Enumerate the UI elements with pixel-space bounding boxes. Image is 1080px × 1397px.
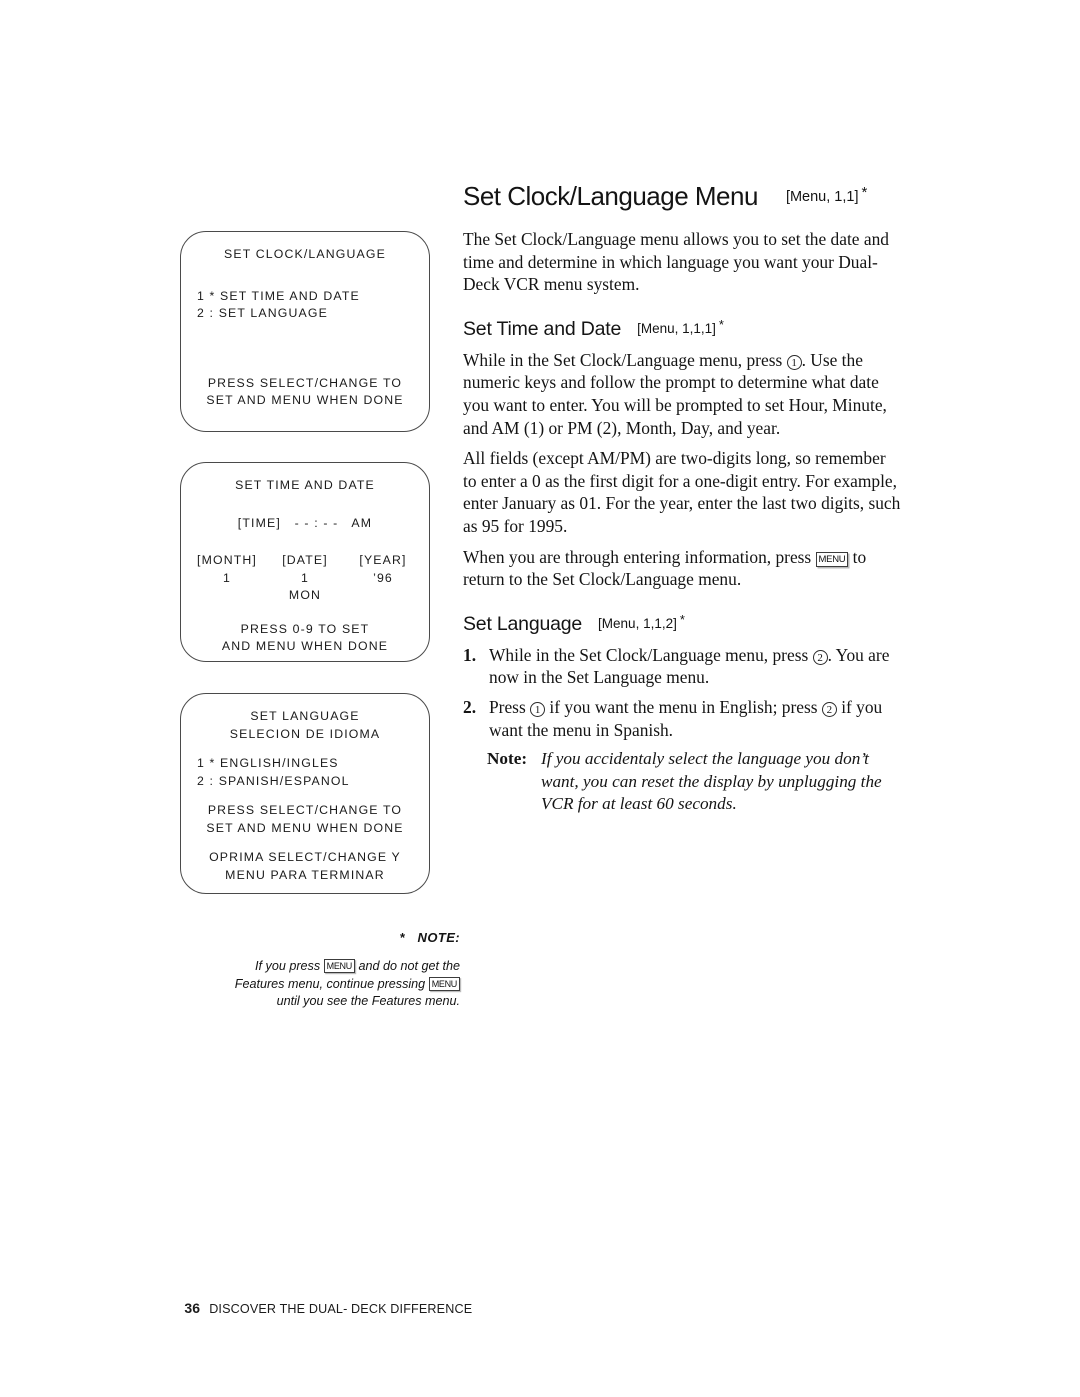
footnote-label: NOTE: [417, 930, 460, 945]
list-item: 1. While in the Set Clock/Language menu,… [463, 644, 903, 689]
screen2-prompt-1: PRESS 0-9 TO SET [240, 621, 370, 636]
footer-title: DISCOVER THE DUAL- DECK DIFFERENCE [209, 1302, 473, 1316]
page-title-text: Set Clock/Language Menu [463, 181, 758, 211]
screen2-field-labels: [MONTH] [DATE] [YEAR] [181, 552, 429, 570]
screen2-weekday: MON [288, 588, 322, 602]
paragraph-all-fields: All fields (except AM/PM) are two-digits… [463, 448, 901, 536]
footnote-line1-a: If you press [255, 959, 324, 973]
screen2-field-values: 1 1 ’96 [181, 570, 429, 588]
screen3-prompt-en-2: SET AND MENU WHEN DONE [206, 820, 404, 835]
screen1-prompt-1: PRESS SELECT/CHANGE TO [207, 375, 403, 390]
main-content: Set Clock/Language Menu [Menu, 1,1] * The … [463, 178, 903, 815]
footnote-line1-b: and do not get the [354, 959, 460, 973]
screen2-label-month: [MONTH] [197, 553, 257, 567]
step-number: 2. [463, 696, 477, 717]
screen3-prompt-es-1: OPRIMA SELECT/CHANGE Y [209, 850, 401, 864]
screen1-title: SET CLOCK/LANGUAGE [224, 247, 386, 261]
list-item: 2. Press 1 if you want the menu in Engli… [463, 696, 903, 741]
paragraph-when-through: When you are through entering informatio… [463, 546, 903, 591]
step-part-a: Press [489, 696, 531, 717]
footnote: * NOTE: If you press MENU and do not get… [170, 930, 460, 1011]
section-menu-code: [Menu, 1,1,1] [637, 320, 716, 336]
asterisk-icon: * [861, 184, 867, 201]
section-menu-code: [Menu, 1,1,2] [598, 615, 677, 631]
screen-set-clock-language: SET CLOCK/LANGUAGE 1 * SET TIME AND DATE… [180, 231, 430, 432]
paragraph-part-a: While in the Set Clock/Language menu, pr… [463, 349, 787, 370]
asterisk-icon: * [718, 316, 724, 332]
section-title-text: Set Time and Date [463, 317, 622, 340]
section-title-set-time-and-date: Set Time and Date [Menu, 1,1,1] * [463, 313, 903, 341]
section-title-set-language: Set Language [Menu, 1,1,2] * [463, 608, 903, 636]
number-key-1-icon: 1 [530, 701, 546, 717]
screen1-option-2: 2 : SET LANGUAGE [197, 306, 328, 320]
menu-key-icon: MENU [815, 551, 849, 567]
screen-set-language: SET LANGUAGE SELECION DE IDIOMA 1 * ENGL… [180, 693, 430, 894]
set-language-steps: 1. While in the Set Clock/Language menu,… [463, 644, 903, 741]
note-label: Note: [487, 749, 528, 769]
screen2-value-year: ’96 [373, 570, 393, 585]
screen2-label-year: [YEAR] [359, 553, 407, 567]
screen-set-time-and-date: SET TIME AND DATE [TIME] - - : - - AM [M… [180, 462, 430, 662]
footnote-text: If you press MENU and do not get the Fea… [170, 958, 460, 1011]
number-key-2-icon: 2 [812, 649, 828, 665]
page-title: Set Clock/Language Menu [Menu, 1,1] * [463, 178, 903, 212]
screen3-prompt-en-1: PRESS SELECT/CHANGE TO [207, 803, 403, 817]
step-part-a: While in the Set Clock/Language menu, pr… [489, 644, 813, 665]
intro-paragraph: The Set Clock/Language menu allows you t… [463, 229, 889, 295]
paragraph-part-a: When you are through entering informatio… [463, 546, 816, 567]
screen2-prompt-2: AND MENU WHEN DONE [221, 639, 389, 653]
screen2-time-row: [TIME] - - : - - AM [237, 515, 373, 530]
screen2-value-date: 1 [301, 570, 309, 585]
footnote-line3: until you see the Features menu. [276, 994, 460, 1008]
screen3-option-2: 2 : SPANISH/ESPANOL [197, 773, 350, 788]
screen-mockups: SET CLOCK/LANGUAGE 1 * SET TIME AND DATE… [180, 231, 430, 894]
asterisk-icon: * [400, 930, 406, 945]
screen1-prompt-2: SET AND MENU WHEN DONE [206, 393, 404, 407]
step-text: Press 1 if you want the menu in English;… [489, 696, 903, 741]
step-number: 1. [463, 644, 477, 665]
footer-page-number: 36 [184, 1300, 201, 1316]
section-title-text: Set Language [463, 612, 583, 635]
number-key-1-icon: 1 [786, 354, 802, 370]
screen3-prompt-es-2: MENU PARA TERMINAR [225, 867, 385, 882]
step-part-b: if you want the menu in English; press [545, 696, 822, 717]
menu-key-icon: MENU [428, 976, 460, 991]
note-text: If you accidentaly select the language y… [541, 749, 882, 813]
screen2-title: SET TIME AND DATE [235, 478, 375, 492]
screen3-option-1: 1 * ENGLISH/INGLES [197, 756, 339, 770]
footnote-line2-a: Features menu, continue pressing [234, 976, 429, 991]
screen2-value-month: 1 [223, 570, 231, 585]
note-callout: Note: If you accidentaly select the lang… [463, 748, 903, 815]
page-footer: 36 DISCOVER THE DUAL- DECK DIFFERENCE [177, 1286, 472, 1316]
screen3-title-en: SET LANGUAGE [250, 709, 360, 723]
step-text: While in the Set Clock/Language menu, pr… [489, 644, 903, 689]
screen3-title-es: SELECION DE IDIOMA [229, 726, 381, 741]
page-title-menu-code: [Menu, 1,1] [785, 189, 859, 205]
screen2-label-date: [DATE] [282, 553, 328, 567]
screen1-option-1: 1 * SET TIME AND DATE [197, 288, 360, 303]
asterisk-icon: * [679, 611, 685, 627]
paragraph-while-in-menu: While in the Set Clock/Language menu, pr… [463, 349, 903, 439]
footnote-heading: * NOTE: [170, 930, 460, 945]
menu-key-icon: MENU [323, 959, 355, 973]
number-key-2-icon: 2 [821, 701, 837, 717]
